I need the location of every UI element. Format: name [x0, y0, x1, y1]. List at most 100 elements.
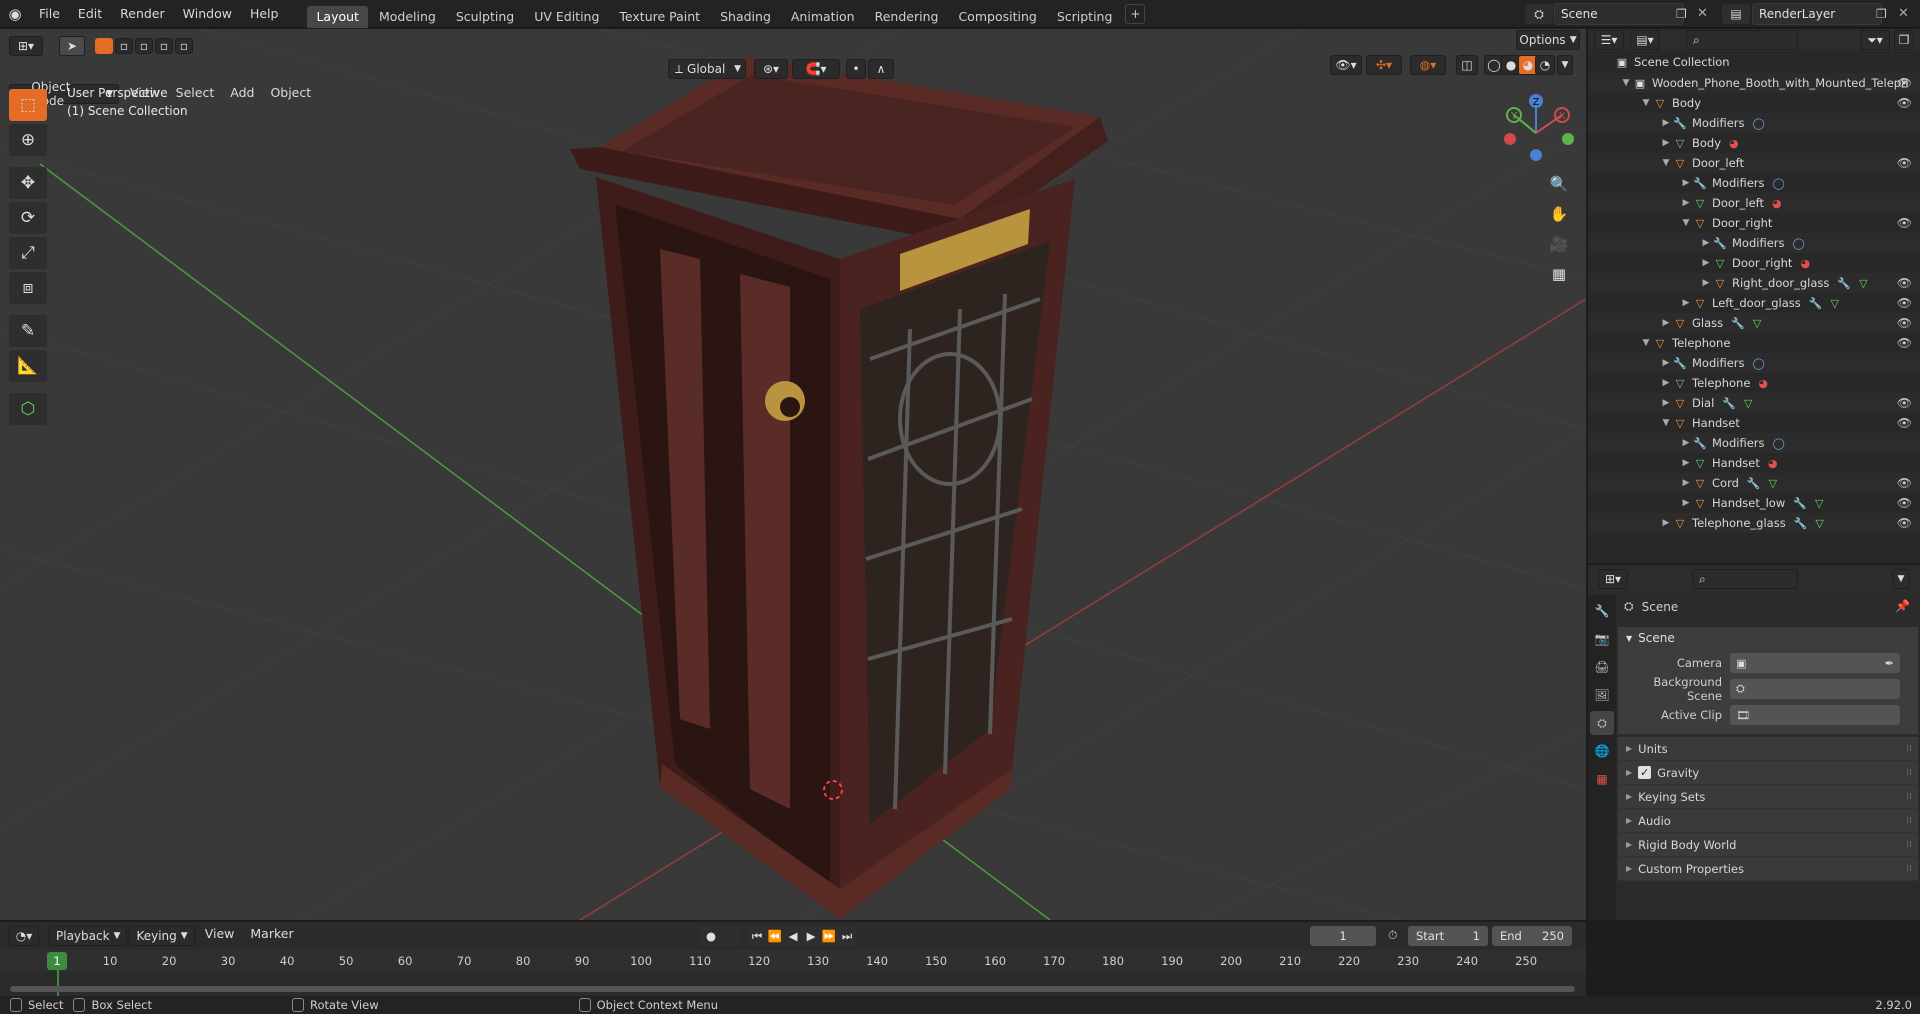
outliner-editor-type-button[interactable]: ☰▾	[1594, 30, 1624, 50]
mesh-data-icon[interactable]: ▽	[1815, 497, 1823, 510]
blender-logo-icon[interactable]: ◉	[0, 0, 30, 28]
proportional-falloff-dropdown[interactable]: ∧	[868, 59, 894, 79]
outliner-row[interactable]: ▼ ▽ Telephone 👁	[1588, 333, 1920, 353]
select-box-new-icon[interactable]	[95, 38, 113, 54]
mesh-data-icon[interactable]: ▽	[1769, 477, 1777, 490]
modifier-wrench-icon[interactable]: 🔧	[1809, 297, 1823, 310]
play-reverse-icon[interactable]: ◀	[784, 926, 802, 946]
world-tab-icon[interactable]: 🌐	[1590, 739, 1614, 763]
gizmo-toggle[interactable]: ✣▾	[1366, 55, 1402, 75]
chevron-right-icon[interactable]: ▶	[1680, 458, 1692, 468]
new-collection-icon[interactable]: ❐	[1894, 30, 1914, 50]
jump-start-icon[interactable]: ⏮	[748, 926, 766, 946]
shading-rendered-button[interactable]: ◔	[1535, 55, 1555, 75]
outliner-row[interactable]: ▶ ▽ Telephone_glass 🔧 ▽ 👁	[1588, 513, 1920, 533]
menu-window[interactable]: Window	[174, 0, 241, 28]
renderlayer-type-icon[interactable]: ▤	[1722, 4, 1750, 24]
tab-compositing[interactable]: Compositing	[949, 6, 1045, 28]
outliner-row[interactable]: ▶ ▽ Body ◕	[1588, 133, 1920, 153]
end-frame-field[interactable]: End 250	[1492, 926, 1572, 946]
chevron-right-icon[interactable]: ▶	[1680, 478, 1692, 488]
keyframe-record-button[interactable]: ●	[700, 926, 722, 946]
chevron-right-icon[interactable]: ▶	[1660, 518, 1672, 528]
view-layer-tab-icon[interactable]: 🖼	[1590, 683, 1614, 707]
visibility-dropdown[interactable]: 👁▾	[1330, 55, 1362, 75]
chevron-right-icon[interactable]: ▶	[1660, 398, 1672, 408]
chevron-right-icon[interactable]: ▶	[1680, 198, 1692, 208]
viewport-menu-select[interactable]: Select	[168, 85, 223, 100]
texture-tab-icon[interactable]: ▦	[1590, 767, 1614, 791]
rotate-tool-icon[interactable]: ⟳	[9, 202, 47, 234]
outliner-row[interactable]: ▼ ▽ Body 👁	[1588, 93, 1920, 113]
chevron-down-icon[interactable]: ▼	[1640, 98, 1652, 108]
outliner-row[interactable]: ▶ 🔧 Modifiers ◯	[1588, 173, 1920, 193]
scene-type-icon[interactable]: ⛭	[1525, 4, 1553, 24]
modifier-icon[interactable]: ◯	[1773, 437, 1785, 450]
xray-toggle[interactable]: ◫	[1456, 55, 1478, 75]
outliner-row[interactable]: ▶ 🔧 Modifiers ◯	[1588, 353, 1920, 373]
drag-handle-icon[interactable]: ⁞⁞	[1906, 840, 1912, 850]
eye-visibility-icon[interactable]: 👁	[1897, 416, 1912, 430]
material-icon[interactable]: ◕	[1800, 257, 1810, 270]
pan-hand-icon[interactable]: ✋	[1546, 201, 1572, 227]
chevron-right-icon[interactable]: ▶	[1660, 318, 1672, 328]
outliner-row[interactable]: ▶ 🔧 Modifiers ◯	[1588, 233, 1920, 253]
chevron-right-icon[interactable]: ▶	[1700, 258, 1712, 268]
outliner-search-input[interactable]: ⌕	[1686, 30, 1798, 50]
timeline-scrollbar[interactable]	[10, 986, 1575, 992]
mesh-data-icon[interactable]: ▽	[1815, 517, 1823, 530]
modifier-wrench-icon[interactable]: 🔧	[1793, 497, 1807, 510]
mesh-data-icon[interactable]: ▽	[1753, 317, 1761, 330]
chevron-right-icon[interactable]: ▶	[1680, 178, 1692, 188]
renderlayer-copy-icon[interactable]: ❐	[1876, 7, 1887, 21]
navigation-gizmo[interactable]: Z X Y	[1496, 93, 1576, 173]
snap-toggle[interactable]: 🧲▾	[792, 59, 840, 79]
chevron-down-icon[interactable]: ▼	[1620, 78, 1632, 88]
camera-view-icon[interactable]: 🎥	[1546, 231, 1572, 257]
drag-handle-icon[interactable]: ⁞⁞	[1906, 864, 1912, 874]
scene-tab-icon[interactable]: ⛭	[1590, 711, 1614, 735]
scale-tool-icon[interactable]: ⤢	[9, 237, 47, 269]
mesh-data-icon[interactable]: ▽	[1744, 397, 1752, 410]
mesh-data-icon[interactable]: ▽	[1830, 297, 1838, 310]
shading-options-dropdown[interactable]: ▼	[1557, 55, 1573, 75]
eye-visibility-icon[interactable]: 👁	[1897, 316, 1912, 330]
chevron-down-icon[interactable]: ▼	[1660, 418, 1672, 428]
outliner-row[interactable]: ▶ ▽ Dial 🔧 ▽ 👁	[1588, 393, 1920, 413]
chevron-right-icon[interactable]: ▶	[1680, 498, 1692, 508]
menu-help[interactable]: Help	[241, 0, 288, 28]
properties-options-button[interactable]: ▼	[1892, 569, 1910, 589]
start-frame-field[interactable]: Start 1	[1408, 926, 1488, 946]
outliner-row[interactable]: ▼ ▣ Wooden_Phone_Booth_with_Mounted_Teleph…	[1588, 73, 1920, 93]
outliner-row[interactable]: ▶ ▽ Left_door_glass 🔧 ▽ 👁	[1588, 293, 1920, 313]
outliner-row[interactable]: ▶ ▽ Right_door_glass 🔧 ▽ 👁	[1588, 273, 1920, 293]
scene-copy-icon[interactable]: ❐	[1676, 7, 1687, 21]
outliner-row[interactable]: ▼ ▽ Door_right 👁	[1588, 213, 1920, 233]
eye-visibility-icon[interactable]: 👁	[1897, 476, 1912, 490]
auto-keying-button[interactable]	[722, 926, 740, 946]
modifier-icon[interactable]: ◯	[1753, 357, 1765, 370]
properties-search-input[interactable]: ⌕	[1692, 569, 1798, 589]
drag-handle-icon[interactable]: ⁞⁞	[1906, 768, 1912, 778]
outliner-row[interactable]: ▼ ▽ Handset 👁	[1588, 413, 1920, 433]
eyedropper-icon[interactable]: ✒	[1885, 657, 1894, 670]
timeline-menu-marker[interactable]: Marker	[242, 926, 301, 946]
tab-texture-paint[interactable]: Texture Paint	[610, 6, 709, 28]
viewport-menu-add[interactable]: Add	[222, 85, 262, 100]
ortho-grid-icon[interactable]: ▦	[1546, 261, 1572, 287]
eye-visibility-icon[interactable]: 👁	[1897, 216, 1912, 230]
eye-visibility-icon[interactable]: 👁	[1897, 276, 1912, 290]
jump-next-keyframe-icon[interactable]: ⏩	[820, 926, 838, 946]
gravity-checkbox[interactable]: ✓	[1638, 766, 1652, 779]
editor-type-button[interactable]: ⊞▾	[9, 36, 43, 56]
outliner-row[interactable]: ▶ ▽ Glass 🔧 ▽ 👁	[1588, 313, 1920, 333]
chevron-down-icon[interactable]: ▼	[1680, 218, 1692, 228]
scene-collection-row[interactable]: ▣ Scene Collection	[1588, 52, 1920, 72]
chevron-right-icon[interactable]: ▶	[1660, 118, 1672, 128]
select-mode-button[interactable]: ➤	[59, 36, 85, 56]
outliner-display-mode-button[interactable]: ▤▾	[1630, 30, 1660, 50]
tab-sculpting[interactable]: Sculpting	[447, 6, 523, 28]
use-preview-range-icon[interactable]: ⏱	[1388, 928, 1397, 943]
chevron-right-icon[interactable]: ▶	[1660, 378, 1672, 388]
options-dropdown[interactable]: Options ▼	[1516, 30, 1580, 50]
